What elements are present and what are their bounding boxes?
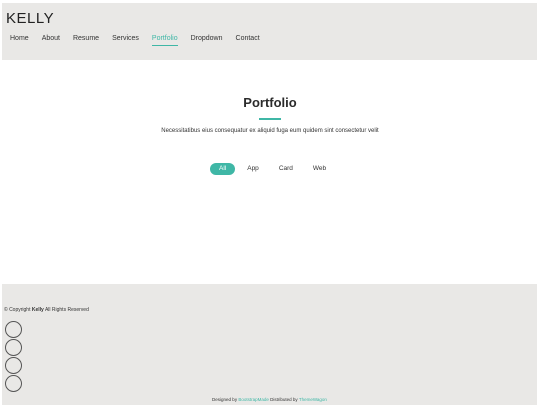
section-title: Portfolio [243, 95, 297, 110]
nav-item-contact[interactable]: Contact [236, 34, 260, 43]
nav-item-resume[interactable]: Resume [73, 34, 99, 43]
copyright-suffix: All Rights Reserved [44, 307, 89, 313]
title-underline [259, 118, 281, 120]
nav-item-services[interactable]: Services [112, 34, 139, 43]
copyright-name: Kelly [31, 307, 44, 313]
site-header: KELLY Home About Resume Services Portfol… [2, 3, 537, 60]
designed-by-link[interactable]: BootstrapMade [238, 397, 269, 402]
designed-by-text: Designed by [212, 397, 238, 402]
portfolio-filters: All App Card Web [210, 163, 338, 175]
social-link-icon[interactable] [5, 339, 22, 356]
filter-card[interactable]: Card [271, 163, 301, 175]
section-description: Necessitatibus eius consequatur ex aliqu… [161, 128, 379, 134]
filter-app[interactable]: App [239, 163, 267, 175]
nav-item-about[interactable]: About [42, 34, 60, 43]
filter-all[interactable]: All [210, 163, 236, 175]
site-logo[interactable]: KELLY [6, 10, 54, 27]
credits: Designed by BootstrapMade Distributed by… [2, 397, 537, 402]
main-nav: Home About Resume Services Portfolio Dro… [10, 34, 273, 46]
social-link-icon[interactable] [5, 357, 22, 374]
social-link-icon[interactable] [5, 375, 22, 392]
distributed-by-link[interactable]: ThemeWagon [299, 397, 327, 402]
copyright-prefix: © Copyright [4, 307, 31, 313]
nav-item-home[interactable]: Home [10, 34, 29, 43]
social-links [5, 321, 22, 393]
distributed-by-text: Distributed by [270, 397, 298, 402]
site-footer: © Copyright Kelly All Rights Reserved De… [2, 284, 537, 405]
copyright-text: © Copyright Kelly All Rights Reserved [4, 307, 89, 313]
filter-web[interactable]: Web [305, 163, 334, 175]
nav-item-dropdown[interactable]: Dropdown [191, 34, 223, 43]
social-link-icon[interactable] [5, 321, 22, 338]
nav-item-portfolio[interactable]: Portfolio [151, 34, 178, 46]
